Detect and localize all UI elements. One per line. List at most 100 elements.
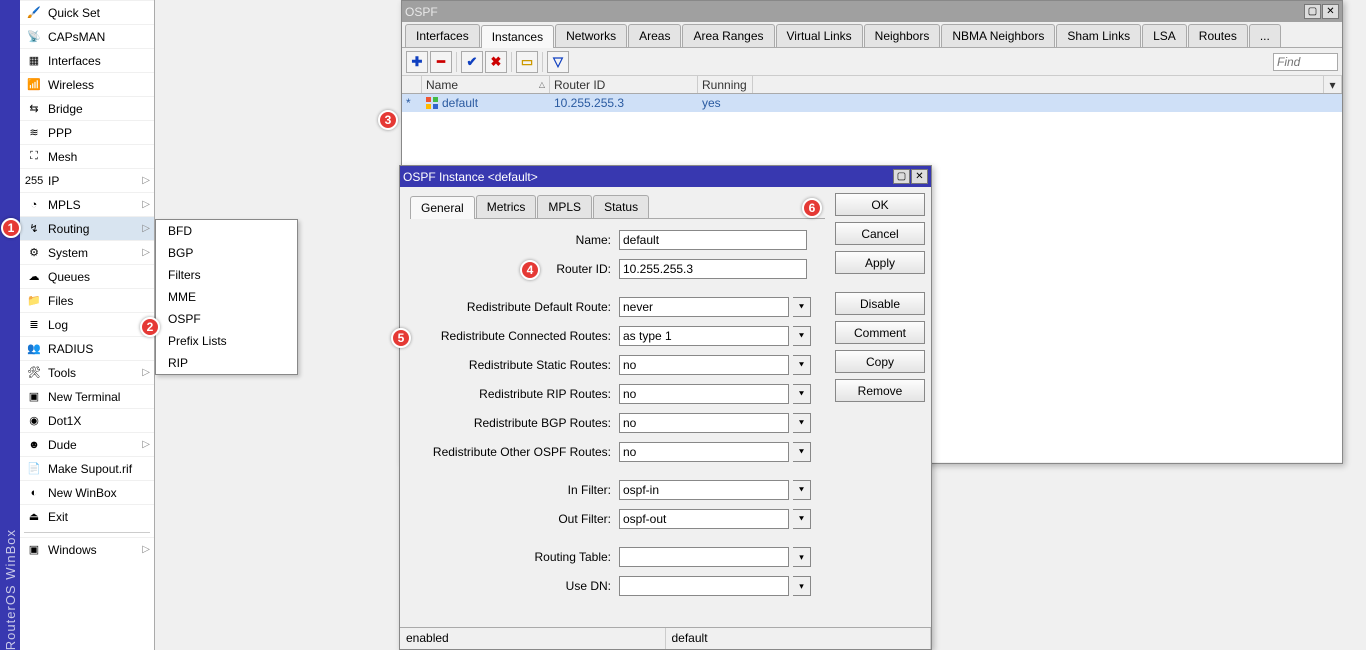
menu-item-bridge[interactable]: ⇆Bridge [20, 96, 154, 120]
close-icon[interactable]: ✕ [911, 169, 928, 184]
chevron-down-icon[interactable]: ⯆ [793, 326, 811, 346]
chevron-down-icon[interactable]: ⯆ [793, 413, 811, 433]
tab--[interactable]: ... [1249, 24, 1281, 47]
menu-item-dot1x[interactable]: ◉Dot1X [20, 408, 154, 432]
menu-icon: 🖌️ [26, 5, 42, 21]
menu-item-interfaces[interactable]: ▦Interfaces [20, 48, 154, 72]
menu-item-windows[interactable]: ▣Windows▷ [20, 537, 154, 561]
cancel-button[interactable]: Cancel [835, 222, 925, 245]
select-use-dn[interactable] [619, 576, 789, 596]
chevron-down-icon[interactable]: ⯆ [793, 384, 811, 404]
submenu-item-filters[interactable]: Filters [156, 264, 297, 286]
menu-item-tools[interactable]: 🛠Tools▷ [20, 360, 154, 384]
find-input[interactable] [1273, 53, 1338, 71]
dialog-buttons: OK Cancel Apply Disable Comment Copy Remove [835, 187, 931, 627]
tab-neighbors[interactable]: Neighbors [864, 24, 941, 47]
disable-button[interactable]: Disable [835, 292, 925, 315]
menu-item-quick-set[interactable]: 🖌️Quick Set [20, 0, 154, 24]
tab-nbma-neighbors[interactable]: NBMA Neighbors [941, 24, 1055, 47]
chevron-down-icon[interactable]: ⯆ [793, 480, 811, 500]
input-name[interactable] [619, 230, 807, 250]
tab-sham-links[interactable]: Sham Links [1056, 24, 1141, 47]
submenu-item-bgp[interactable]: BGP [156, 242, 297, 264]
close-icon[interactable]: ✕ [1322, 4, 1339, 19]
restore-icon[interactable]: ▢ [1304, 4, 1321, 19]
menu-item-make-supout-rif[interactable]: 📄Make Supout.rif [20, 456, 154, 480]
menu-item-log[interactable]: ≣Log [20, 312, 154, 336]
submenu-item-bfd[interactable]: BFD [156, 220, 297, 242]
tab-networks[interactable]: Networks [555, 24, 627, 47]
comment-button[interactable]: ▭ [516, 51, 538, 73]
col-running[interactable]: Running [698, 76, 753, 93]
menu-icon: ◉ [26, 413, 42, 429]
select-redist-default[interactable] [619, 297, 789, 317]
col-router-id[interactable]: Router ID [550, 76, 698, 93]
select-redist-ospf[interactable] [619, 442, 789, 462]
restore-icon[interactable]: ▢ [893, 169, 910, 184]
menu-icon: ⏏ [26, 509, 42, 525]
select-redist-static[interactable] [619, 355, 789, 375]
submenu-item-rip[interactable]: RIP [156, 352, 297, 374]
ok-button[interactable]: OK [835, 193, 925, 216]
tab-areas[interactable]: Areas [628, 24, 681, 47]
remove-button[interactable]: Remove [835, 379, 925, 402]
chevron-down-icon[interactable]: ⯆ [793, 355, 811, 375]
chevron-down-icon[interactable]: ▾ [793, 547, 811, 567]
apply-button[interactable]: Apply [835, 251, 925, 274]
menu-item-dude[interactable]: ☻Dude▷ [20, 432, 154, 456]
disable-button[interactable]: ✖ [485, 51, 507, 73]
dlg-tab-mpls[interactable]: MPLS [537, 195, 592, 218]
dlg-tab-metrics[interactable]: Metrics [476, 195, 537, 218]
menu-label: RADIUS [48, 342, 93, 356]
submenu-item-mme[interactable]: MME [156, 286, 297, 308]
menu-icon: 🛠 [26, 365, 42, 381]
select-redist-connected[interactable] [619, 326, 789, 346]
select-in-filter[interactable] [619, 480, 789, 500]
menu-item-ip[interactable]: 255IP▷ [20, 168, 154, 192]
chevron-down-icon[interactable]: ⯆ [793, 442, 811, 462]
separator [511, 52, 512, 72]
col-flag[interactable] [402, 76, 422, 93]
menu-item-new-terminal[interactable]: ▣New Terminal [20, 384, 154, 408]
chevron-down-icon[interactable]: ⯆ [793, 297, 811, 317]
menu-item-queues[interactable]: ☁Queues [20, 264, 154, 288]
submenu-item-ospf[interactable]: OSPF [156, 308, 297, 330]
tab-lsa[interactable]: LSA [1142, 24, 1187, 47]
menu-item-files[interactable]: 📁Files [20, 288, 154, 312]
input-router-id[interactable] [619, 259, 807, 279]
col-name[interactable]: Name△ [422, 76, 550, 93]
menu-item-wireless[interactable]: 📶Wireless [20, 72, 154, 96]
select-routing-table[interactable] [619, 547, 789, 567]
dlg-tab-status[interactable]: Status [593, 195, 649, 218]
columns-chooser-icon[interactable]: ▾ [1324, 76, 1342, 93]
select-redist-rip[interactable] [619, 384, 789, 404]
chevron-down-icon[interactable]: ▾ [793, 576, 811, 596]
tab-virtual-links[interactable]: Virtual Links [776, 24, 863, 47]
instance-icon [426, 97, 438, 109]
menu-item-radius[interactable]: 👥RADIUS [20, 336, 154, 360]
menu-item-ppp[interactable]: ≋PPP [20, 120, 154, 144]
add-button[interactable]: ✚ [406, 51, 428, 73]
submenu-item-prefix-lists[interactable]: Prefix Lists [156, 330, 297, 352]
menu-item-mesh[interactable]: ⛶Mesh [20, 144, 154, 168]
dlg-tab-general[interactable]: General [410, 196, 475, 219]
filter-button[interactable]: ▽ [547, 51, 569, 73]
instance-row-default[interactable]: * default 10.255.255.3 yes [402, 94, 1342, 112]
menu-item-new-winbox[interactable]: ◐New WinBox [20, 480, 154, 504]
menu-item-mpls[interactable]: ◔MPLS▷ [20, 192, 154, 216]
tab-area-ranges[interactable]: Area Ranges [682, 24, 774, 47]
tab-instances[interactable]: Instances [481, 25, 554, 48]
menu-item-exit[interactable]: ⏏Exit [20, 504, 154, 528]
copy-button[interactable]: Copy [835, 350, 925, 373]
remove-button[interactable]: ━ [430, 51, 452, 73]
comment-button[interactable]: Comment [835, 321, 925, 344]
tab-routes[interactable]: Routes [1188, 24, 1248, 47]
select-out-filter[interactable] [619, 509, 789, 529]
tab-interfaces[interactable]: Interfaces [405, 24, 480, 47]
menu-item-capsman[interactable]: 📡CAPsMAN [20, 24, 154, 48]
select-redist-bgp[interactable] [619, 413, 789, 433]
menu-item-system[interactable]: ⚙System▷ [20, 240, 154, 264]
chevron-down-icon[interactable]: ⯆ [793, 509, 811, 529]
menu-item-routing[interactable]: ↯Routing▷ [20, 216, 154, 240]
enable-button[interactable]: ✔ [461, 51, 483, 73]
